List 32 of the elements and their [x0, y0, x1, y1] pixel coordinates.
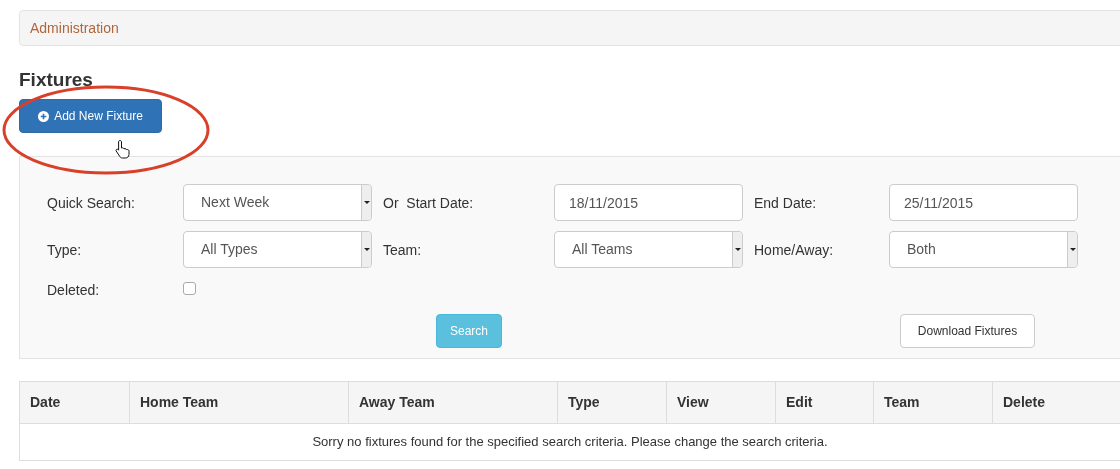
download-fixtures-button[interactable]: Download Fixtures: [900, 314, 1035, 348]
field-label: Team:: [383, 241, 422, 258]
field-label: Quick Search:: [47, 194, 135, 211]
caret-icon: [732, 232, 742, 267]
add-fixture-button[interactable]: Add New Fixture: [19, 99, 162, 133]
caret-icon: [361, 232, 371, 267]
field-label: Deleted:: [47, 282, 100, 298]
column-header: Delete: [1003, 393, 1046, 412]
column-header: View: [677, 393, 709, 412]
column-header: Away Team: [359, 393, 435, 412]
column-header: Edit: [786, 393, 813, 412]
column-header: Team: [884, 393, 920, 412]
field-label: Type:: [47, 241, 82, 258]
deleted-checkbox[interactable]: [183, 282, 196, 295]
column-header: Type: [568, 393, 600, 412]
field-label: Home/Away:: [754, 241, 834, 258]
date-input-field[interactable]: 25/11/2015: [889, 184, 1078, 221]
column-header: Date: [30, 393, 61, 412]
field-label: Or Start Date:: [383, 194, 474, 211]
select-field[interactable]: Both: [889, 231, 1078, 268]
breadcrumb-link[interactable]: Administration: [30, 17, 119, 39]
empty-message: Sorry no fixtures found for the specified search criteria. Please change the search criteria.: [312, 433, 828, 452]
column-header: Home Team: [140, 393, 219, 412]
date-input-field[interactable]: 18/11/2015: [554, 184, 743, 221]
plus-circle-icon: [38, 110, 50, 122]
caret-icon: [1067, 232, 1077, 267]
caret-icon: [361, 185, 371, 220]
page-heading: Fixtures: [19, 69, 93, 91]
select-field[interactable]: Next Week: [183, 184, 372, 221]
select-field[interactable]: All Types: [183, 231, 372, 268]
select-field[interactable]: All Teams: [554, 231, 743, 268]
field-label: End Date:: [754, 194, 817, 211]
